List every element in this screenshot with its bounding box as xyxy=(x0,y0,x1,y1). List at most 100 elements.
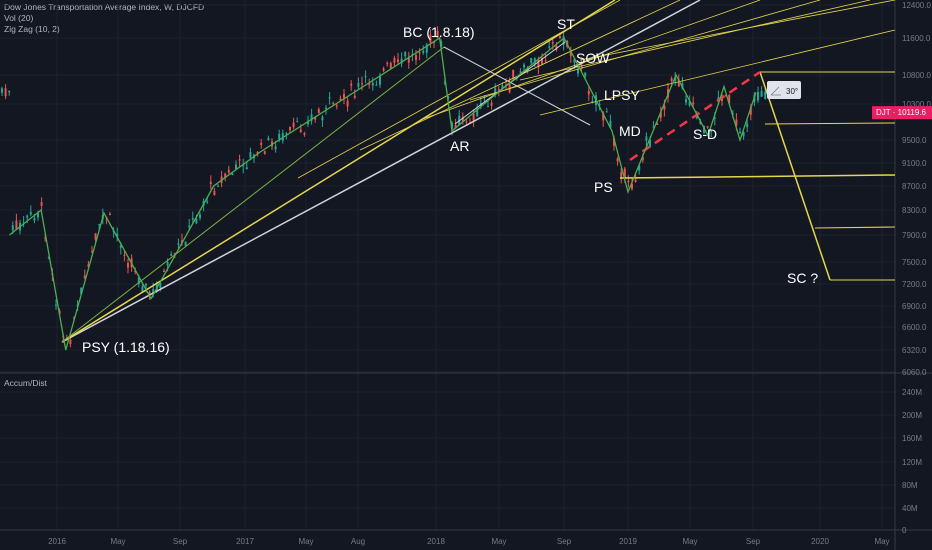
candle-body xyxy=(11,225,14,231)
candle-body xyxy=(404,52,407,57)
candle-body xyxy=(584,72,587,77)
candle-body xyxy=(490,102,493,106)
zigzag-series xyxy=(9,36,757,351)
candle-body xyxy=(519,71,522,73)
time-tick-label: 2016 xyxy=(48,537,66,546)
candle-body xyxy=(397,59,399,62)
price-badge-text: DJT · 10119.6 xyxy=(876,108,927,117)
candle-body xyxy=(382,68,385,71)
angle-label: 30° xyxy=(786,87,798,96)
candle-body xyxy=(512,69,515,78)
price-tick-label: 9500.0 xyxy=(902,136,927,145)
annotation-ps: PS xyxy=(594,179,613,195)
candle-body xyxy=(692,102,695,104)
candle-body xyxy=(472,113,475,121)
annotation-ar: AR xyxy=(450,138,469,154)
candle-body xyxy=(757,92,759,101)
candle-body xyxy=(350,83,353,86)
candle-body xyxy=(616,158,619,162)
drawing-lines xyxy=(61,0,896,343)
mid-level-line xyxy=(764,122,896,125)
candle-body xyxy=(418,52,421,54)
candle-body xyxy=(98,223,101,225)
candle-body xyxy=(231,173,234,176)
candle-body xyxy=(278,133,281,140)
candle-body xyxy=(1,88,3,93)
green-trendline xyxy=(61,46,445,343)
candle-body xyxy=(299,129,302,133)
candle-body xyxy=(739,131,741,133)
zigzag-line xyxy=(9,36,757,351)
candle-body xyxy=(145,283,147,286)
candle-body xyxy=(177,243,180,245)
time-tick-label: Aug xyxy=(351,537,365,546)
time-tick-label: 2018 xyxy=(427,537,445,546)
candle-body xyxy=(127,263,129,268)
candle-body xyxy=(191,218,194,220)
candle-body xyxy=(166,262,169,266)
candle-body xyxy=(487,105,489,107)
volume-tick-label: 120M xyxy=(902,458,922,467)
candle-body xyxy=(591,100,594,102)
candle-body xyxy=(346,100,349,107)
volume-tick-label: 40M xyxy=(902,504,918,513)
price-tick-label: 7900.0 xyxy=(902,231,927,240)
candle-body xyxy=(238,159,241,161)
time-tick-label: May xyxy=(110,537,125,546)
candle-body xyxy=(245,167,248,170)
chart-canvas[interactable]: PSY (1.18.16) BC (1.8.18) AR ST SOW LPSY MD PS S… xyxy=(0,0,932,550)
candle-body xyxy=(627,180,630,183)
candle-body xyxy=(371,82,374,86)
volume-tick-label: 200M xyxy=(902,411,922,420)
candle-body xyxy=(548,46,551,48)
candle-body xyxy=(123,254,126,256)
candle-body xyxy=(206,201,209,203)
volume-tick-label: 240M xyxy=(902,388,922,397)
candle-body xyxy=(605,111,608,113)
candle-body xyxy=(8,90,11,93)
candle-body xyxy=(260,142,263,146)
candle-body xyxy=(364,76,367,78)
candle-body xyxy=(296,121,299,123)
candle-body xyxy=(184,241,187,246)
candle-body xyxy=(267,137,270,141)
price-tick-label: 6600.0 xyxy=(902,323,927,332)
candle-body xyxy=(335,105,338,107)
candle-body xyxy=(263,151,266,154)
candle-body xyxy=(325,107,327,109)
candle-body xyxy=(375,84,378,86)
candle-body xyxy=(227,169,230,173)
candle-body xyxy=(249,152,252,158)
candle-body xyxy=(746,123,749,128)
annotation-md: MD xyxy=(619,123,641,139)
candle-body xyxy=(551,42,554,44)
candle-body xyxy=(33,218,36,221)
candle-body xyxy=(328,97,331,99)
price-tick-label: 7500.0 xyxy=(902,258,927,267)
candle-body xyxy=(303,133,306,135)
annotation-lpsy: LPSY xyxy=(604,87,640,103)
ps-support-line xyxy=(619,174,896,179)
candle-body xyxy=(55,304,57,306)
yellow-median-line xyxy=(61,0,616,343)
time-tick-label: 2019 xyxy=(619,537,637,546)
pitchfork-tine-5 xyxy=(519,0,871,81)
candle-body xyxy=(760,91,763,97)
pitchfork-tine-6 xyxy=(579,0,896,61)
candle-body xyxy=(379,76,381,85)
time-tick-label: Sep xyxy=(746,537,761,546)
candle-body xyxy=(389,62,392,69)
time-tick-label: May xyxy=(682,537,697,546)
candle-body xyxy=(199,214,201,219)
price-tick-label: 10800.0 xyxy=(902,71,931,80)
annotation-psy: PSY (1.18.16) xyxy=(82,339,170,355)
price-tick-label: 11600.0 xyxy=(902,34,931,43)
price-tick-label: 8700.0 xyxy=(902,182,927,191)
candle-body xyxy=(213,190,216,196)
dashed-trendline xyxy=(629,70,761,162)
candle-body xyxy=(209,181,212,185)
candle-body xyxy=(274,146,277,150)
candle-body xyxy=(634,180,637,182)
projection-level-1 xyxy=(814,226,896,229)
candle-body xyxy=(393,57,396,63)
